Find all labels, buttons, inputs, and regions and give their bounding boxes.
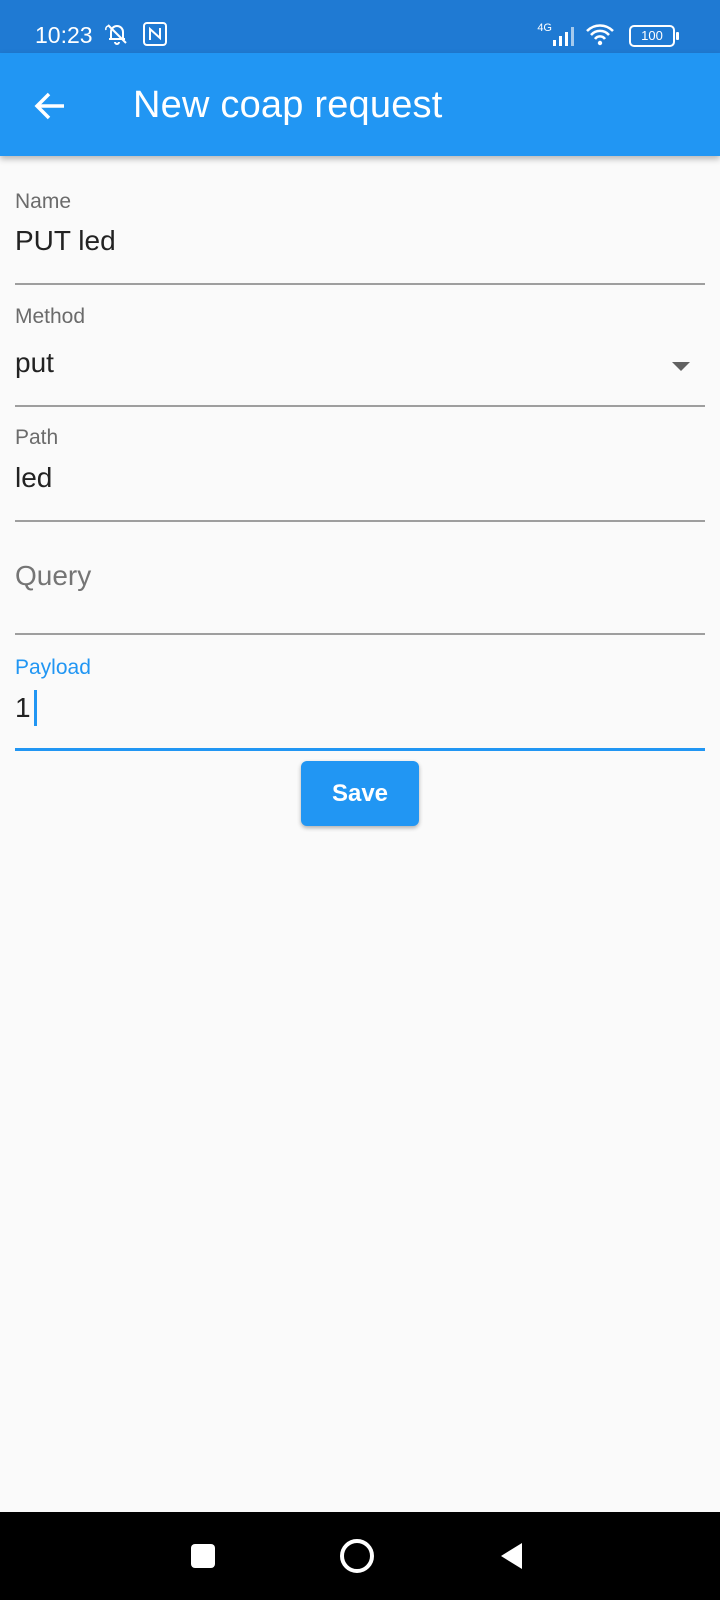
back-triangle-icon[interactable] xyxy=(493,1536,533,1576)
path-value: led xyxy=(15,462,53,493)
app-screen: 10:23 4G 100 New coap request Name PUT l… xyxy=(0,0,720,1600)
payload-label: Payload xyxy=(15,656,91,679)
app-bar: New coap request xyxy=(0,53,720,156)
battery-level: 100 xyxy=(641,28,663,43)
save-button[interactable]: Save xyxy=(301,761,419,826)
name-underline xyxy=(15,283,705,285)
nfc-icon xyxy=(143,22,167,46)
dropdown-arrow-icon xyxy=(672,362,690,371)
query-underline xyxy=(15,633,705,635)
navigation-bar xyxy=(0,1512,720,1600)
status-time: 10:23 xyxy=(35,22,93,48)
query-field[interactable]: Query xyxy=(15,554,705,636)
query-label: Query xyxy=(15,560,92,591)
battery-tip xyxy=(676,32,679,40)
name-field[interactable]: Name PUT led xyxy=(15,188,705,286)
payload-underline xyxy=(15,748,705,751)
recents-square-icon[interactable] xyxy=(183,1536,223,1576)
text-cursor xyxy=(33,690,37,726)
signal-icon xyxy=(553,27,574,46)
battery-icon: 100 xyxy=(629,25,679,47)
payload-field[interactable]: Payload 1 xyxy=(15,654,705,753)
method-value: put xyxy=(15,347,54,378)
page-title: New coap request xyxy=(133,84,443,126)
method-underline xyxy=(15,405,705,407)
method-dropdown[interactable]: Method put xyxy=(15,303,705,407)
home-circle-icon[interactable] xyxy=(337,1536,377,1576)
wifi-icon xyxy=(586,24,614,46)
payload-input[interactable]: 1 xyxy=(15,690,37,726)
path-field[interactable]: Path led xyxy=(15,424,705,523)
payload-value: 1 xyxy=(15,692,31,723)
path-label: Path xyxy=(15,426,59,449)
bell-off-icon xyxy=(105,24,127,45)
name-value: PUT led xyxy=(15,225,116,256)
arrow-back-icon[interactable] xyxy=(22,80,74,132)
path-underline xyxy=(15,520,705,522)
method-label: Method xyxy=(15,305,86,328)
name-label: Name xyxy=(15,190,72,213)
network-type-label: 4G xyxy=(537,22,552,34)
status-bar: 10:23 4G 100 xyxy=(0,0,720,53)
